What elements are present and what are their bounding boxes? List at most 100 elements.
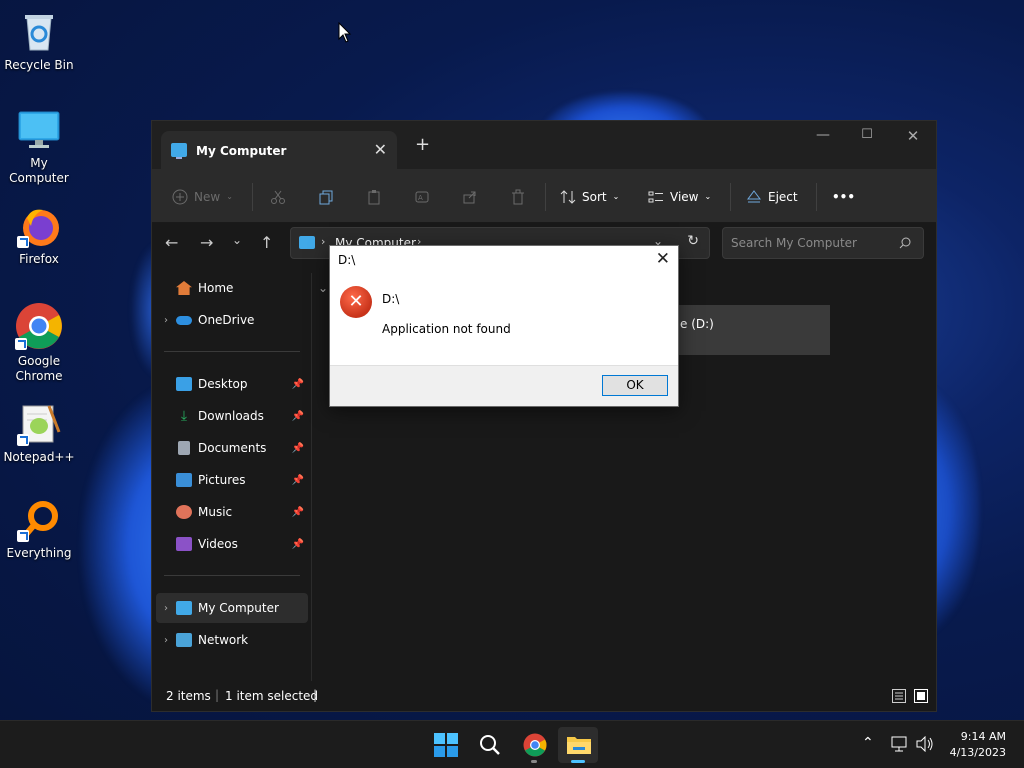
pane-splitter[interactable]	[311, 273, 312, 681]
desktop-icon-my-computer[interactable]: My Computer	[0, 108, 78, 186]
view-button[interactable]: View ⌄	[648, 170, 711, 223]
close-tab-icon[interactable]: ✕	[374, 140, 387, 159]
desktop-icon-recycle-bin[interactable]: Recycle Bin	[0, 10, 78, 73]
drive-item-d[interactable]: e (D:)	[672, 305, 830, 355]
dialog-close-button[interactable]: ✕	[656, 249, 670, 269]
sidebar-item-documents[interactable]: Documents 📌	[156, 433, 308, 463]
new-tab-button[interactable]: +	[415, 134, 430, 155]
search-button[interactable]	[470, 727, 510, 763]
sidebar-divider	[164, 351, 300, 352]
chevron-down-icon: ⌄	[226, 192, 233, 201]
shortcut-arrow-icon	[17, 236, 29, 248]
sidebar-item-label: Music	[198, 505, 233, 519]
tab-my-computer[interactable]: My Computer ✕	[161, 131, 397, 169]
desktop-icon-firefox[interactable]: Firefox	[0, 204, 78, 267]
paste-button[interactable]	[366, 170, 382, 223]
sidebar-item-network[interactable]: › Network	[156, 625, 308, 655]
desktop-folder-icon	[176, 377, 192, 391]
show-hidden-icons-button[interactable]: ⌃	[862, 735, 874, 751]
back-button[interactable]: ←	[165, 233, 178, 252]
forward-button[interactable]: →	[200, 233, 213, 252]
dialog-title: D:\	[338, 253, 356, 267]
details-view-icon[interactable]	[892, 689, 906, 703]
dialog-footer: OK	[330, 365, 678, 406]
scissors-icon	[271, 190, 285, 204]
status-divider: |	[215, 688, 220, 702]
shortcut-arrow-icon	[17, 530, 29, 542]
trash-icon	[512, 189, 524, 204]
copy-button[interactable]	[318, 170, 334, 223]
sidebar-item-label: Documents	[198, 441, 267, 455]
desktop-icon-everything[interactable]: Everything	[0, 498, 78, 561]
sidebar-item-downloads[interactable]: ⤓ Downloads 📌	[156, 401, 308, 431]
error-dialog: D:\ ✕ ✕ D:\ Application not found OK	[329, 245, 679, 407]
up-button[interactable]: ↑	[260, 233, 273, 252]
rename-button[interactable]: A	[414, 170, 430, 223]
search-icon	[899, 237, 911, 249]
pin-icon[interactable]: 📌	[292, 379, 304, 390]
start-button[interactable]	[426, 727, 466, 763]
computer-icon	[299, 236, 315, 249]
eject-button[interactable]: Eject	[746, 170, 798, 223]
running-indicator	[571, 760, 585, 763]
chevron-right-icon[interactable]: ›	[156, 603, 176, 614]
close-window-button[interactable]: ✕	[890, 127, 936, 145]
recent-locations-button[interactable]: ⌄	[232, 233, 242, 247]
chevron-right-icon[interactable]: ›	[156, 315, 176, 326]
more-icon: •••	[832, 189, 856, 204]
more-options-button[interactable]: •••	[832, 170, 855, 223]
download-icon: ⤓	[180, 408, 188, 424]
windows-logo-icon	[434, 733, 458, 757]
sidebar-item-label: Network	[198, 633, 249, 647]
computer-icon	[17, 108, 61, 152]
taskbar-chrome[interactable]	[514, 727, 554, 763]
desktop-icon-chrome[interactable]: Google Chrome	[0, 302, 78, 384]
delete-button[interactable]	[510, 170, 526, 223]
sidebar-item-music[interactable]: Music 📌	[156, 497, 308, 527]
sidebar-item-onedrive[interactable]: › OneDrive	[156, 305, 308, 335]
maximize-button[interactable]: ☐	[844, 127, 890, 142]
firefox-icon	[17, 204, 61, 248]
sidebar-item-pictures[interactable]: Pictures 📌	[156, 465, 308, 495]
clock-date: 4/13/2023	[949, 746, 1006, 759]
sidebar-item-label: Pictures	[198, 473, 246, 487]
chevron-right-icon[interactable]: ›	[156, 635, 176, 646]
document-icon	[178, 441, 190, 455]
pin-icon[interactable]: 📌	[292, 475, 304, 486]
cut-button[interactable]	[270, 170, 286, 223]
pin-icon[interactable]: 📌	[292, 443, 304, 454]
sort-icon	[560, 189, 576, 204]
running-indicator	[531, 760, 537, 763]
ok-button[interactable]: OK	[602, 375, 668, 396]
sidebar-item-home[interactable]: Home	[156, 273, 308, 303]
music-icon	[176, 505, 192, 519]
search-input[interactable]: Search My Computer	[722, 227, 924, 259]
network-status-icon[interactable]	[891, 736, 909, 752]
desktop-icon-notepadpp[interactable]: Notepad++	[0, 402, 78, 465]
share-button[interactable]	[462, 170, 478, 223]
dialog-path: D:\	[382, 292, 400, 306]
new-button[interactable]: New ⌄	[172, 170, 233, 223]
pin-icon[interactable]: 📌	[292, 539, 304, 550]
refresh-icon[interactable]: ↻	[687, 233, 699, 249]
dialog-title-bar: D:\ ✕	[330, 246, 678, 274]
new-label: New	[194, 189, 221, 204]
minimize-button[interactable]: —	[800, 127, 846, 143]
video-icon	[176, 537, 192, 551]
pin-icon[interactable]: 📌	[292, 507, 304, 518]
view-icon	[648, 191, 663, 202]
volume-icon[interactable]	[916, 736, 934, 752]
chevron-down-icon[interactable]: ⌄	[318, 281, 328, 295]
clock[interactable]: 9:14 AM 4/13/2023	[950, 729, 1006, 761]
sidebar-item-my-computer[interactable]: › My Computer	[156, 593, 308, 623]
taskbar-file-explorer[interactable]	[558, 727, 598, 763]
sidebar-item-videos[interactable]: Videos 📌	[156, 529, 308, 559]
share-icon	[463, 191, 476, 203]
tiles-view-icon[interactable]	[914, 689, 928, 703]
sidebar-item-desktop[interactable]: Desktop 📌	[156, 369, 308, 399]
pin-icon[interactable]: 📌	[292, 411, 304, 422]
shortcut-arrow-icon	[15, 338, 27, 350]
toolbar-divider	[816, 183, 817, 211]
sort-button[interactable]: Sort ⌄	[560, 170, 619, 223]
toolbar-divider	[545, 183, 546, 211]
